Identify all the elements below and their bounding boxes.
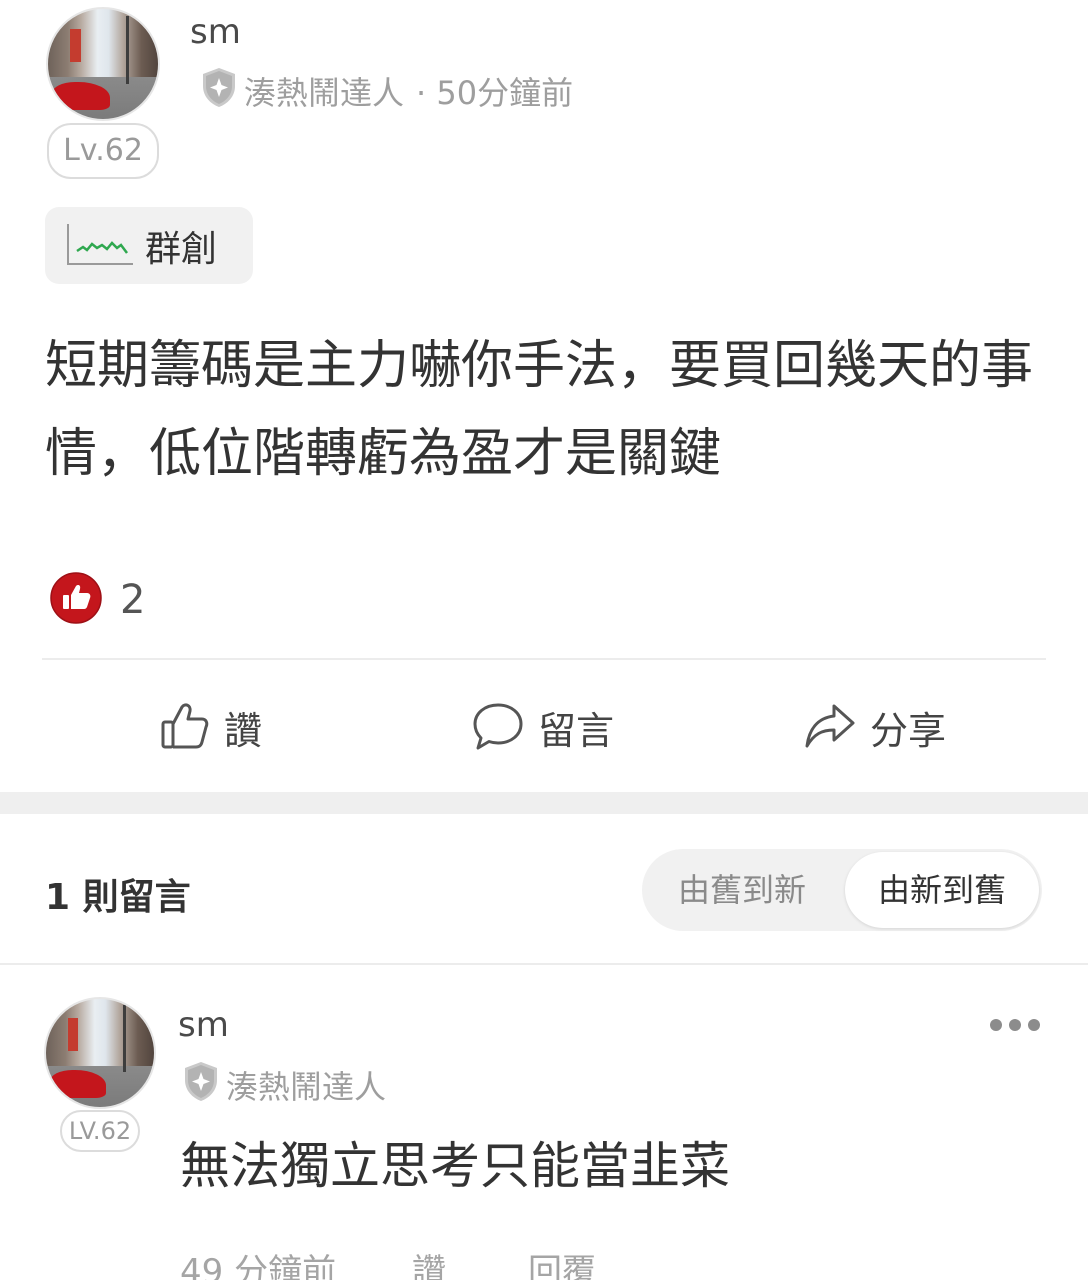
comment-count: 1 則留言	[45, 877, 191, 918]
like-count-value: 2	[120, 577, 146, 623]
comment-author-name[interactable]: sm	[178, 1005, 229, 1045]
stock-tag-chip[interactable]: 群創	[45, 207, 253, 284]
author-name[interactable]: sm	[190, 12, 241, 52]
shield-badge-icon	[200, 66, 238, 116]
comment-time: 49 分鐘前	[180, 1252, 337, 1280]
like-button-label: 讚	[224, 709, 263, 753]
stock-tag-label: 群創	[145, 228, 218, 270]
comment-text: 無法獨立思考只能當韭菜	[180, 1137, 730, 1195]
more-options-icon[interactable]	[990, 1010, 1040, 1040]
like-button[interactable]: 讚	[160, 700, 262, 755]
avatar-photo-detail	[50, 1070, 107, 1099]
shield-badge-icon	[182, 1060, 220, 1110]
comment-author-avatar[interactable]	[44, 997, 156, 1109]
like-reaction-icon	[50, 572, 102, 628]
author-avatar[interactable]	[46, 7, 160, 121]
sort-oldest-option[interactable]: 由舊到新	[642, 849, 842, 931]
level-badge: Lv.62	[47, 123, 159, 179]
thumbs-up-icon	[160, 701, 210, 755]
comments-divider	[0, 963, 1088, 965]
author-badge-label: 湊熱鬧達人	[244, 74, 405, 112]
comment-author-meta: 湊熱鬧達人	[182, 1060, 386, 1110]
share-button[interactable]: 分享	[804, 700, 946, 755]
avatar-photo-detail	[70, 28, 81, 62]
comment-author-badge-label: 湊熱鬧達人	[226, 1068, 387, 1106]
like-summary[interactable]: 2	[50, 572, 145, 628]
share-arrow-icon	[804, 702, 856, 754]
stock-chart-icon	[65, 221, 135, 271]
more-dot	[1009, 1019, 1021, 1031]
more-dot	[1028, 1019, 1040, 1031]
post-body: 短期籌碼是主力嚇你手法，要買回幾天的事情，低位階轉虧為盈才是關鍵	[45, 336, 1034, 484]
comment-level-badge: LV.62	[60, 1110, 140, 1152]
comment-sort-toggle: 由舊到新 由新到舊	[642, 849, 1042, 931]
avatar-photo-detail	[126, 15, 130, 84]
avatar-photo-detail	[122, 1005, 126, 1073]
comment-button-label: 留言	[538, 709, 615, 753]
action-divider	[42, 658, 1046, 660]
section-separator	[0, 792, 1088, 814]
comment-like-button[interactable]: 讚	[412, 1244, 446, 1280]
author-meta: 湊熱鬧達人 · 50分鐘前	[200, 66, 573, 116]
post-time: · 50分鐘前	[416, 74, 574, 112]
avatar-photo-detail	[52, 81, 110, 111]
comment-button[interactable]: 留言	[472, 700, 614, 755]
comment-reply-button[interactable]: 回覆	[528, 1244, 596, 1280]
share-button-label: 分享	[870, 709, 947, 753]
sort-newest-option[interactable]: 由新到舊	[845, 852, 1039, 928]
speech-bubble-icon	[472, 701, 524, 755]
more-dot	[990, 1019, 1002, 1031]
avatar-photo-detail	[67, 1018, 79, 1051]
